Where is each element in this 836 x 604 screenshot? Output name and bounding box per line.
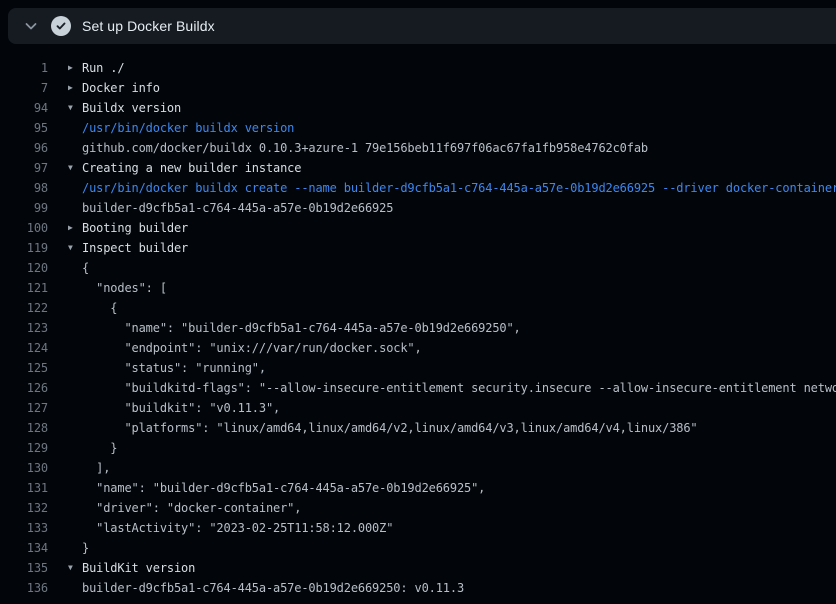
log-line: 132 "driver": "docker-container", — [0, 498, 836, 518]
log-line: 123 "name": "builder-d9cfb5a1-c764-445a-… — [0, 318, 836, 338]
log-text: Inspect builder — [82, 238, 188, 258]
log-text: "name": "builder-d9cfb5a1-c764-445a-a57e… — [82, 318, 521, 338]
log-line: 124 "endpoint": "unix:///var/run/docker.… — [0, 338, 836, 358]
line-number[interactable]: 126 — [0, 378, 48, 398]
log-text: Run ./ — [82, 58, 124, 78]
step-header[interactable]: Set up Docker Buildx — [8, 8, 836, 44]
log-text: "nodes": [ — [82, 278, 167, 298]
log-text: Docker info — [82, 78, 160, 98]
log-text: { — [82, 258, 89, 278]
log-text: "buildkitd-flags": "--allow-insecure-ent… — [82, 378, 836, 398]
line-number[interactable]: 7 — [0, 78, 48, 98]
fold-expanded-icon[interactable]: ▼ — [68, 558, 73, 578]
line-number[interactable]: 1 — [0, 58, 48, 78]
log-line: 128 "platforms": "linux/amd64,linux/amd6… — [0, 418, 836, 438]
log-group-line[interactable]: 100 ▶ Booting builder — [0, 218, 836, 238]
line-number[interactable]: 125 — [0, 358, 48, 378]
line-number[interactable]: 127 — [0, 398, 48, 418]
line-number[interactable]: 119 — [0, 238, 48, 258]
log-line: 122 { — [0, 298, 836, 318]
log-line: 130 ], — [0, 458, 836, 478]
log-text: "platforms": "linux/amd64,linux/amd64/v2… — [82, 418, 698, 438]
line-number[interactable]: 98 — [0, 178, 48, 198]
log-line: 127 "buildkit": "v0.11.3", — [0, 398, 836, 418]
log-group-line[interactable]: 1 ▶ Run ./ — [0, 58, 836, 78]
log-text: BuildKit version — [82, 558, 195, 578]
log-group-line[interactable]: 94 ▼ Buildx version — [0, 98, 836, 118]
fold-collapsed-icon[interactable]: ▶ — [68, 218, 73, 238]
log-line: 134} — [0, 538, 836, 558]
status-check-icon — [51, 16, 71, 36]
log-text: "lastActivity": "2023-02-25T11:58:12.000… — [82, 518, 393, 538]
log-line: 121 "nodes": [ — [0, 278, 836, 298]
line-number[interactable]: 100 — [0, 218, 48, 238]
log-text: github.com/docker/buildx 0.10.3+azure-1 … — [82, 138, 648, 158]
line-number[interactable]: 128 — [0, 418, 48, 438]
log-line: 99 builder-d9cfb5a1-c764-445a-a57e-0b19d2… — [0, 198, 836, 218]
log-text: /usr/bin/docker buildx create --name bui… — [82, 178, 836, 198]
log-text: builder-d9cfb5a1-c764-445a-a57e-0b19d2e6… — [82, 578, 464, 598]
log-group-line[interactable]: 119 ▼ Inspect builder — [0, 238, 836, 258]
log-group-line[interactable]: 135 ▼ BuildKit version — [0, 558, 836, 578]
log-line: 133 "lastActivity": "2023-02-25T11:58:12… — [0, 518, 836, 538]
log-line: 98/usr/bin/docker buildx create --name b… — [0, 178, 836, 198]
line-number[interactable]: 99 — [0, 198, 48, 218]
log-text: { — [82, 298, 117, 318]
log-text: ], — [82, 458, 110, 478]
log-text: "status": "running", — [82, 358, 266, 378]
log-line: 125 "status": "running", — [0, 358, 836, 378]
chevron-down-icon — [23, 18, 39, 34]
log-group-line[interactable]: 97 ▼ Creating a new builder instance — [0, 158, 836, 178]
line-number[interactable]: 123 — [0, 318, 48, 338]
log-text: "buildkit": "v0.11.3", — [82, 398, 280, 418]
fold-expanded-icon[interactable]: ▼ — [68, 158, 73, 178]
line-number[interactable]: 120 — [0, 258, 48, 278]
log-text: Buildx version — [82, 98, 181, 118]
line-number[interactable]: 122 — [0, 298, 48, 318]
log-text: } — [82, 438, 117, 458]
log-text: Creating a new builder instance — [82, 158, 301, 178]
collapse-step-button[interactable] — [20, 15, 42, 37]
line-number[interactable]: 129 — [0, 438, 48, 458]
log-text: "endpoint": "unix:///var/run/docker.sock… — [82, 338, 422, 358]
log-line: 95/usr/bin/docker buildx version — [0, 118, 836, 138]
log-text: } — [82, 538, 89, 558]
line-number[interactable]: 130 — [0, 458, 48, 478]
log-line: 120 { — [0, 258, 836, 278]
line-number[interactable]: 94 — [0, 98, 48, 118]
fold-expanded-icon[interactable]: ▼ — [68, 98, 73, 118]
line-number[interactable]: 136 — [0, 578, 48, 598]
log-line: 126 "buildkitd-flags": "--allow-insecure… — [0, 378, 836, 398]
log-viewer[interactable]: 1▶Run ./7▶Docker info94▼Buildx version95… — [0, 44, 836, 604]
line-number[interactable]: 131 — [0, 478, 48, 498]
log-group-line[interactable]: 7 ▶ Docker info — [0, 78, 836, 98]
log-line: 129 } — [0, 438, 836, 458]
line-number[interactable]: 134 — [0, 538, 48, 558]
log-text: "name": "builder-d9cfb5a1-c764-445a-a57e… — [82, 478, 485, 498]
log-text: Booting builder — [82, 218, 188, 238]
fold-collapsed-icon[interactable]: ▶ — [68, 78, 73, 98]
line-number[interactable]: 97 — [0, 158, 48, 178]
log-text: "driver": "docker-container", — [82, 498, 301, 518]
line-number[interactable]: 135 — [0, 558, 48, 578]
step-title: Set up Docker Buildx — [82, 18, 215, 34]
log-line: 96 github.com/docker/buildx 0.10.3+azure-… — [0, 138, 836, 158]
log-text: builder-d9cfb5a1-c764-445a-a57e-0b19d2e6… — [82, 198, 393, 218]
line-number[interactable]: 124 — [0, 338, 48, 358]
line-number[interactable]: 121 — [0, 278, 48, 298]
log-line: 131 "name": "builder-d9cfb5a1-c764-445a-… — [0, 478, 836, 498]
fold-collapsed-icon[interactable]: ▶ — [68, 58, 73, 78]
line-number[interactable]: 132 — [0, 498, 48, 518]
line-number[interactable]: 133 — [0, 518, 48, 538]
fold-expanded-icon[interactable]: ▼ — [68, 238, 73, 258]
line-number[interactable]: 95 — [0, 118, 48, 138]
log-line: 136 builder-d9cfb5a1-c764-445a-a57e-0b19d… — [0, 578, 836, 598]
line-number[interactable]: 96 — [0, 138, 48, 158]
log-text: /usr/bin/docker buildx version — [82, 118, 294, 138]
